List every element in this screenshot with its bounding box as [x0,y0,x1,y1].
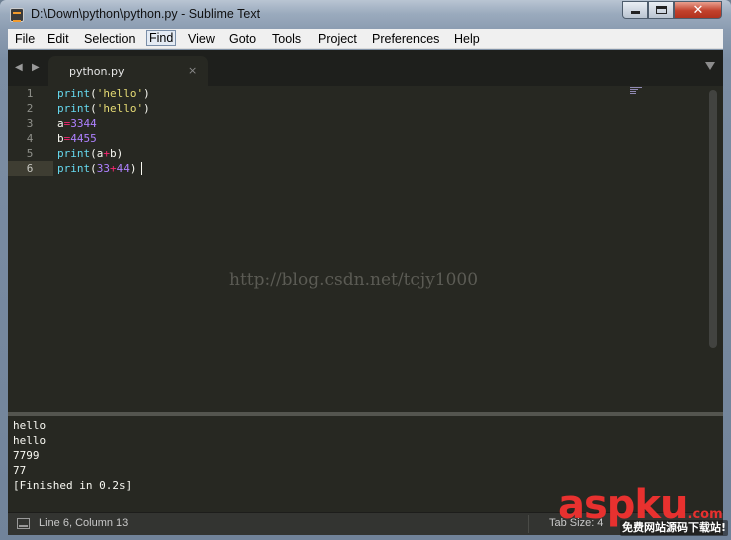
code-token: b [110,147,117,160]
code-token: + [110,162,117,175]
code-token: ) [129,162,137,175]
menu-edit[interactable]: Edit [45,31,71,47]
code-token: ( [90,147,97,160]
aspku-tagline: 免费网站源码下载站! [620,520,728,536]
console-line: hello [13,434,47,447]
code-token: a [57,117,64,130]
close-icon: ✕ [692,2,704,18]
tab-close-icon[interactable]: × [188,64,197,77]
app-window: D:\Down\python\python.py - Sublime Text … [0,0,731,540]
code-token: 4455 [70,132,97,145]
menu-preferences[interactable]: Preferences [370,31,441,47]
tab-bar: ◀ ▶ python.py × [8,50,723,86]
code-line: print(a+b) [57,146,123,161]
code-token: print [57,162,91,175]
nav-right-icon[interactable]: ▶ [32,62,40,73]
status-cursor-position: Line 6, Column 13 [39,517,129,529]
tab-dropdown-icon[interactable] [705,62,715,70]
line-number: 2 [26,102,34,115]
code-line: print('hello') [57,86,150,101]
line-number: 5 [26,147,34,160]
code-token: ( [90,87,97,100]
code-token: + [103,147,110,160]
console-line: 7799 [13,449,40,462]
menu-tools[interactable]: Tools [270,31,303,47]
line-number-gutter: 1 2 3 4 5 6 [8,86,56,412]
console-line: 77 [13,464,27,477]
window-title: D:\Down\python\python.py - Sublime Text [31,7,261,21]
line-number: 1 [26,87,34,100]
menu-file[interactable]: File [13,31,37,47]
tab-label: python.py [69,65,125,78]
code-token: 'hello' [96,102,144,115]
code-token: 3344 [70,117,97,130]
vertical-scrollbar[interactable] [709,90,717,348]
code-token: 44 [116,162,130,175]
maximize-button[interactable] [648,1,674,19]
maximize-icon [655,6,667,14]
code-token: ) [143,102,150,115]
code-token: ( [90,162,97,175]
close-button[interactable]: ✕ [674,1,722,19]
app-icon [10,8,24,22]
menu-goto[interactable]: Goto [227,31,258,47]
status-divider [528,515,529,533]
watermark-text: http://blog.csdn.net/tcjy1000 [229,270,479,290]
code-token: 33 [96,162,110,175]
menu-find[interactable]: Find [146,30,177,46]
code-token: ) [143,87,150,100]
editor-frame: ◀ ▶ python.py × 123456 print('hello') pri… [8,50,723,535]
line-number: 6 [26,162,34,175]
text-caret [141,162,142,175]
code-token: print [57,147,91,160]
console-line: [Finished in 0.2s] [13,479,133,492]
nav-left-icon[interactable]: ◀ [15,62,23,73]
menu-view[interactable]: View [186,31,217,47]
minimap[interactable] [630,87,642,97]
line-number: 4 [26,132,34,145]
code-token: print [57,102,91,115]
code-token: 'hello' [96,87,144,100]
code-line: a=3344 [57,116,97,131]
menu-selection[interactable]: Selection [82,31,137,47]
code-token: b [57,132,64,145]
minimize-button[interactable] [622,1,648,19]
minimize-icon [630,11,640,14]
code-line: print(33+44) [57,161,137,176]
menu-help[interactable]: Help [452,31,482,47]
console-toggle-icon[interactable] [17,518,30,529]
console-line: hello [13,419,47,432]
code-editor[interactable]: 123456 print('hello') print('hello') a=334… [8,86,723,412]
code-token: ) [116,147,124,160]
menu-project[interactable]: Project [316,31,359,47]
code-token: print [57,87,91,100]
line-number: 3 [26,117,34,130]
code-line: b=4455 [57,131,97,146]
code-token: ( [90,102,97,115]
code-line: print('hello') [57,101,150,116]
tab-python-py[interactable]: python.py × [48,56,208,86]
title-bar[interactable]: D:\Down\python\python.py - Sublime Text … [0,0,731,29]
menu-bar: File Edit Selection Find View Goto Tools… [8,29,723,49]
